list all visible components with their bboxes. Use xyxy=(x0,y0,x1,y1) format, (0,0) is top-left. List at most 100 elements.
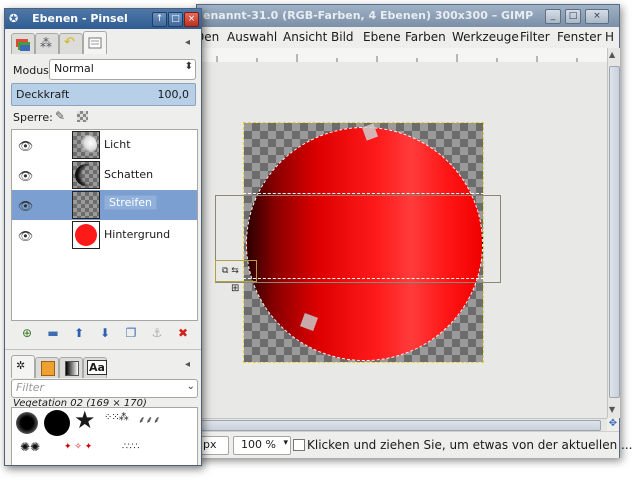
anchor-icon[interactable]: ⚓ xyxy=(147,324,167,342)
brush-splatter[interactable]: ⁘⁙⁂ xyxy=(104,412,129,423)
lock-alpha-icon[interactable] xyxy=(77,111,88,122)
layers-brushes-dock: ✪ Ebenen - Pinsel ↑ □ × ⁂ ↶ ◂ Modus: Nor… xyxy=(4,8,202,466)
image-window-title: enannt-31.0 (RGB-Farben, 4 Ebenen) 300x3… xyxy=(203,9,534,22)
dock-shade-button[interactable]: ↑ xyxy=(152,12,167,27)
layer-row-schatten[interactable]: 👁 Schatten xyxy=(12,160,197,190)
undo-history-icon xyxy=(88,37,102,49)
dock-maximize-button[interactable]: □ xyxy=(168,12,183,27)
tab-patterns[interactable] xyxy=(35,357,59,378)
horizontal-scrollbar[interactable] xyxy=(197,418,607,431)
eye-icon[interactable]: 👁 xyxy=(18,199,33,213)
transform-bounding-box[interactable] xyxy=(215,195,501,283)
eye-icon[interactable]: 👁 xyxy=(18,169,33,183)
eye-icon[interactable]: 👁 xyxy=(18,229,33,243)
zoom-value: 100 % xyxy=(241,438,276,451)
dock-titlebar[interactable]: ✪ Ebenen - Pinsel ↑ □ × xyxy=(5,9,201,29)
filter-placeholder: Filter xyxy=(16,381,45,394)
image-canvas-area[interactable]: ⧉ ⇆ ⊞ xyxy=(197,62,607,418)
unit-value: px xyxy=(203,438,217,451)
vertical-scroll-thumb[interactable] xyxy=(609,66,620,398)
ruler-ticks xyxy=(216,54,578,62)
layer-row-hintergrund[interactable]: 👁 Hintergrund xyxy=(12,220,197,250)
brush-grass[interactable]: ⸙⸙⸙ xyxy=(138,412,161,426)
layer-thumbnail xyxy=(72,191,100,219)
fonts-icon: Aa xyxy=(87,360,107,375)
new-layer-icon[interactable]: ⊕ xyxy=(17,324,37,342)
close-button[interactable]: × xyxy=(585,9,609,24)
dock-menu-icon-2[interactable]: ◂ xyxy=(185,359,190,370)
mode-select[interactable]: Normal ⬍ xyxy=(49,59,196,80)
tab-gradients[interactable] xyxy=(59,357,83,378)
unit-select[interactable]: px xyxy=(199,436,229,455)
horizontal-ruler[interactable] xyxy=(197,48,607,63)
brush-hard-circle[interactable] xyxy=(44,410,70,436)
dock-menu-icon[interactable]: ◂ xyxy=(185,37,190,48)
scroll-down-icon[interactable]: ▼ xyxy=(609,405,615,414)
patterns-icon xyxy=(41,361,55,376)
brush-dots[interactable]: ∴∵∴ xyxy=(122,442,139,452)
dock-title: Ebenen - Pinsel xyxy=(32,12,128,25)
tab-paths[interactable]: ↶ xyxy=(59,33,83,54)
menu-farben[interactable]: Farben xyxy=(405,30,446,44)
scroll-up-icon[interactable]: ▲ xyxy=(609,50,615,59)
tab-brushes[interactable]: ✲ xyxy=(11,355,35,378)
navigate-icon[interactable]: ✥ xyxy=(607,418,619,431)
gradients-icon xyxy=(65,361,79,376)
menu-ansicht[interactable]: Ansicht xyxy=(283,30,327,44)
layer-thumbnail xyxy=(72,131,100,159)
maximize-button[interactable]: □ xyxy=(565,9,581,24)
layer-thumbnail xyxy=(72,161,100,189)
menu-filter[interactable]: Filter xyxy=(520,30,550,44)
menu-auswahl[interactable]: Auswahl xyxy=(227,30,277,44)
brush-grid[interactable]: ★ ⁘⁙⁂ ⸙⸙⸙ ✺✺ ✦ ✧ ✦ ∴∵∴ xyxy=(11,407,198,465)
brush-texture[interactable]: ✦ ✧ ✦ xyxy=(64,442,92,452)
layer-row-streifen[interactable]: 👁 Streifen xyxy=(12,190,197,220)
tab-undo[interactable] xyxy=(83,31,107,54)
paths-icon: ↶ xyxy=(64,35,75,50)
menu-hilfe[interactable]: H xyxy=(605,30,614,44)
tab-fonts[interactable]: Aa xyxy=(83,357,107,378)
eye-icon[interactable]: 👁 xyxy=(18,139,33,153)
delete-layer-icon[interactable]: ✖ xyxy=(173,324,193,342)
paste-layer-icon: ⧉ ⇆ xyxy=(222,266,239,276)
minimize-button[interactable]: _ xyxy=(545,9,561,24)
lower-layer-icon[interactable]: ⬇ xyxy=(95,324,115,342)
move-cursor-icon: ⊞ xyxy=(231,283,240,294)
image-window-titlebar[interactable]: enannt-31.0 (RGB-Farben, 4 Ebenen) 300x3… xyxy=(197,5,619,27)
raise-layer-icon[interactable]: ⬆ xyxy=(69,324,89,342)
opacity-slider[interactable]: Deckkraft 100,0 xyxy=(11,83,196,106)
gimp-image-window: enannt-31.0 (RGB-Farben, 4 Ebenen) 300x3… xyxy=(195,4,632,458)
brush-fuzzy-circle[interactable] xyxy=(16,412,38,434)
tab-layers[interactable] xyxy=(11,33,35,54)
new-group-icon[interactable]: ▬ xyxy=(43,324,63,342)
selection-marching-ants-top xyxy=(243,193,484,194)
status-icon xyxy=(293,439,305,451)
brush-star[interactable]: ★ xyxy=(74,408,96,432)
menu-ebene[interactable]: Ebene xyxy=(363,30,401,44)
layer-row-licht[interactable]: 👁 Licht xyxy=(12,130,197,160)
horizontal-scroll-thumb[interactable] xyxy=(201,420,601,431)
dock-close-button[interactable]: × xyxy=(184,12,199,27)
lock-label: Sperre: xyxy=(13,111,53,124)
layer-name[interactable]: Streifen xyxy=(104,195,158,210)
menu-fenster[interactable]: Fenster xyxy=(557,30,602,44)
zoom-select[interactable]: 100 % ▾ xyxy=(233,436,291,455)
tab-channels[interactable]: ⁂ xyxy=(35,33,59,54)
layer-name: Licht xyxy=(104,138,131,151)
mode-value: Normal xyxy=(54,62,94,75)
opacity-value: 100,0 xyxy=(157,88,190,101)
brush-sponge[interactable]: ✺✺ xyxy=(20,440,40,454)
chevron-updown-icon: ⬍ xyxy=(184,61,193,72)
status-message: Klicken und ziehen Sie, um etwas von der… xyxy=(307,438,633,452)
statusbar: px 100 % ▾ Klicken und ziehen Sie, um et… xyxy=(197,431,632,458)
brushes-icon: ✲ xyxy=(16,359,26,372)
mode-label: Modus: xyxy=(13,64,53,77)
menu-bild[interactable]: Bild xyxy=(331,30,354,44)
menu-werkzeuge[interactable]: Werkzeuge xyxy=(452,30,519,44)
duplicate-layer-icon[interactable]: ❐ xyxy=(121,324,141,342)
brush-filter-combo[interactable]: Filter ⌄ xyxy=(11,379,198,398)
lock-pixels-icon[interactable]: ✎ xyxy=(55,109,65,123)
menubar: Den Auswahl Ansicht Bild Ebene Farben We… xyxy=(195,27,619,49)
vertical-scrollbar[interactable]: ▲ ▼ xyxy=(607,48,620,418)
layer-list[interactable]: 👁 Licht 👁 Schatten 👁 Streifen 👁 Hintergr… xyxy=(11,129,198,321)
